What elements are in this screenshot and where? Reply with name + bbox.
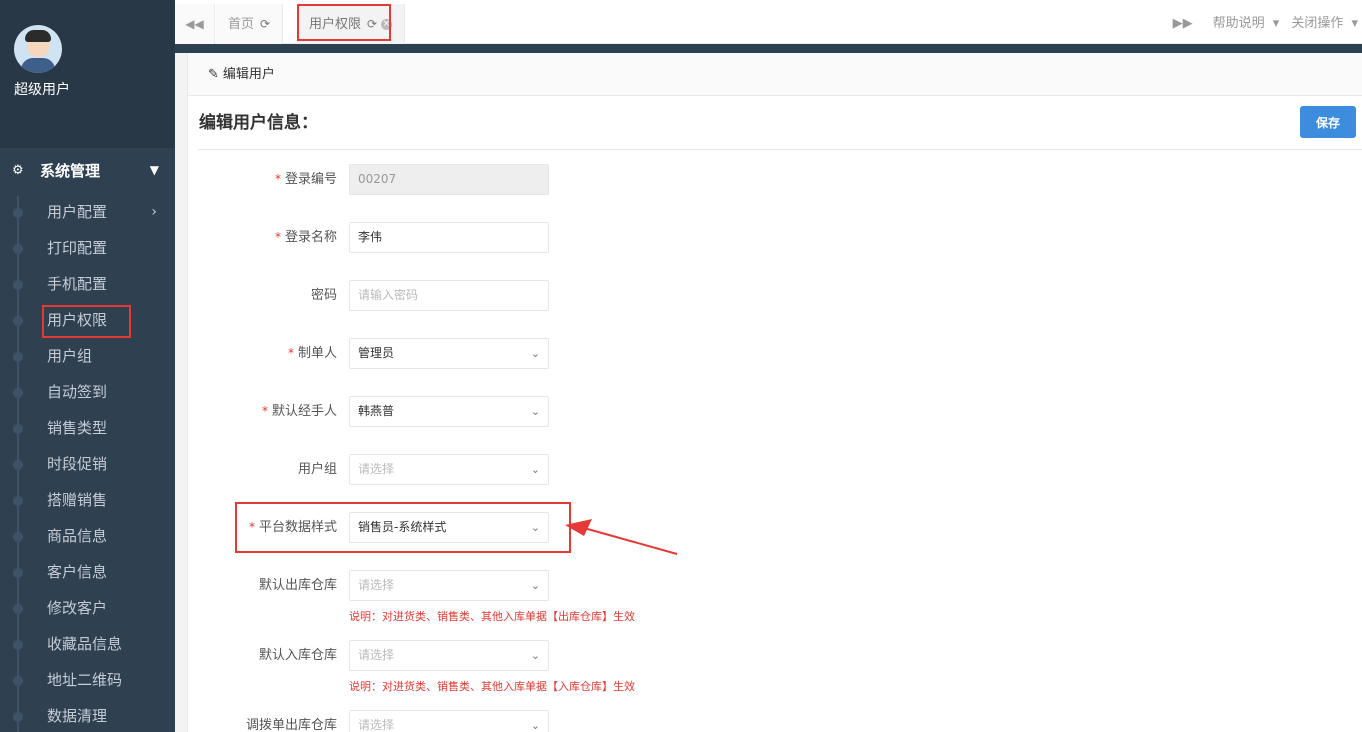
page-title: 编辑用户信息： [199,113,318,133]
login-name-input[interactable]: 李伟 [349,222,549,253]
bullet-icon [13,712,23,722]
edit-icon: ✎ [208,67,219,82]
bullet-icon [13,460,23,470]
chevron-down-icon: ⌄ [530,719,540,732]
sidebar-item-time-promo[interactable]: 时段促销 [0,448,175,480]
required-mark: * [274,230,281,244]
required-mark: * [287,346,294,360]
sidebar-item-user-group[interactable]: 用户组 [0,340,175,372]
required-mark: * [274,172,281,186]
bullet-icon [13,496,23,506]
annotation-highlight-field [235,502,571,553]
sidebar-item-customer-info[interactable]: 客户信息 [0,556,175,588]
bullet-icon [13,424,23,434]
title-divider [198,149,1362,150]
sidebar-item-edit-customer[interactable]: 修改客户 [0,592,175,624]
bullet-icon [13,532,23,542]
header-divider [175,44,1362,53]
tab-home[interactable]: 首页 ⟳ [216,4,284,44]
refresh-icon[interactable]: ⟳ [260,17,270,31]
chevron-down-icon: ⌄ [530,463,540,476]
breadcrumb: ✎ 编辑用户 [188,53,1362,96]
chevron-down-icon: ⌄ [530,649,540,662]
bullet-icon [13,676,23,686]
close-operations-menu[interactable]: 关闭操作 ▾ [1283,4,1362,44]
bullet-icon [13,640,23,650]
sidebar-item-address-qrcode[interactable]: 地址二维码 [0,664,175,696]
bullet-icon [13,568,23,578]
tab-scroll-right-button[interactable]: ▶▶ [1161,4,1205,44]
sidebar-item-auto-signin[interactable]: 自动签到 [0,376,175,408]
main-content: ✎ 编辑用户 编辑用户信息： 保存 * 登录编号 00207 * 登录名称 李伟 密码… [187,53,1362,732]
sidebar: 超级用户 ⚙ 系统管理 ▼ 用户配置 › 打印配置 手机配置 用户权限 用户组 自… [0,0,175,732]
default-in-warehouse-select[interactable]: 请选择 ⌄ [349,640,549,671]
chevron-right-icon: › [151,204,157,220]
password-input[interactable]: 请输入密码 [349,280,549,311]
chevron-down-icon: ⌄ [530,405,540,418]
login-no-field: 00207 [349,164,549,195]
default-out-warehouse-select[interactable]: 请选择 ⌄ [349,570,549,601]
sidebar-item-user-config[interactable]: 用户配置 › [0,196,175,228]
handler-select[interactable]: 韩燕普 ⌄ [349,396,549,427]
annotation-highlight-tab [297,4,391,41]
in-warehouse-note: 说明：对进货类、销售类、其他入库单据【入库仓库】生效 [349,680,635,693]
maker-select[interactable]: 管理员 ⌄ [349,338,549,369]
bullet-icon [13,244,23,254]
user-group-select[interactable]: 请选择 ⌄ [349,454,549,485]
bullet-icon [13,604,23,614]
bullet-icon [13,388,23,398]
sidebar-item-mobile-config[interactable]: 手机配置 [0,268,175,300]
sidebar-item-bundle-sales[interactable]: 搭赠销售 [0,484,175,516]
gears-icon: ⚙ [12,162,24,178]
chevron-down-icon: ▼ [149,163,159,177]
sidebar-item-sales-type[interactable]: 销售类型 [0,412,175,444]
user-name[interactable]: 超级用户 [14,79,70,99]
sidebar-item-collection-info[interactable]: 收藏品信息 [0,628,175,660]
required-mark: * [261,404,268,418]
annotation-arrow-icon [565,519,678,555]
menu-section-system[interactable]: ⚙ 系统管理 ▼ [0,150,175,190]
profile-panel: 超级用户 [0,0,175,148]
tab-scroll-left-button[interactable]: ◀◀ [175,4,215,44]
bullet-icon [13,352,23,362]
sidebar-item-print-config[interactable]: 打印配置 [0,232,175,264]
bullet-icon [13,208,23,218]
out-warehouse-note: 说明：对进货类、销售类、其他入库单据【出库仓库】生效 [349,610,635,623]
transfer-out-warehouse-select[interactable]: 请选择 ⌄ [349,710,549,732]
annotation-highlight-sidebar [42,305,131,338]
menu-section-label: 系统管理 [40,161,101,180]
bullet-icon [13,316,23,326]
sidebar-item-data-cleanup[interactable]: 数据清理 [0,700,175,732]
avatar[interactable] [14,25,62,73]
save-button[interactable]: 保存 [1300,106,1356,138]
help-menu[interactable]: 帮助说明 ▾ [1205,4,1284,44]
tab-actions: ▶▶ 帮助说明 ▾ 关闭操作 ▾ [1161,4,1362,44]
chevron-down-icon: ⌄ [530,347,540,360]
bullet-icon [13,280,23,290]
sidebar-item-product-info[interactable]: 商品信息 [0,520,175,552]
chevron-down-icon: ⌄ [530,579,540,592]
